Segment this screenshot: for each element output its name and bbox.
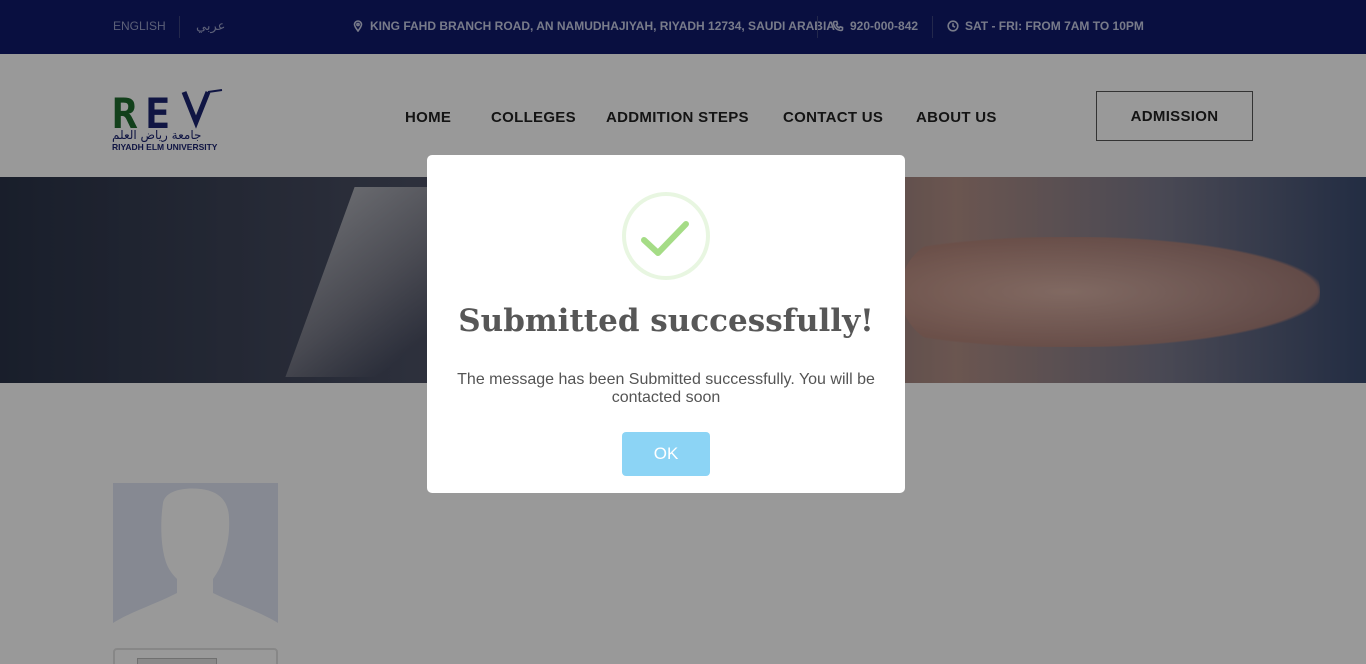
- success-check-icon: [622, 192, 710, 280]
- dialog-title: Submitted successfully!: [458, 303, 874, 339]
- dialog-message: The message has been Submitted successfu…: [457, 371, 875, 406]
- success-dialog: Submitted successfully! The message has …: [427, 155, 905, 493]
- ok-button[interactable]: OK: [622, 432, 710, 476]
